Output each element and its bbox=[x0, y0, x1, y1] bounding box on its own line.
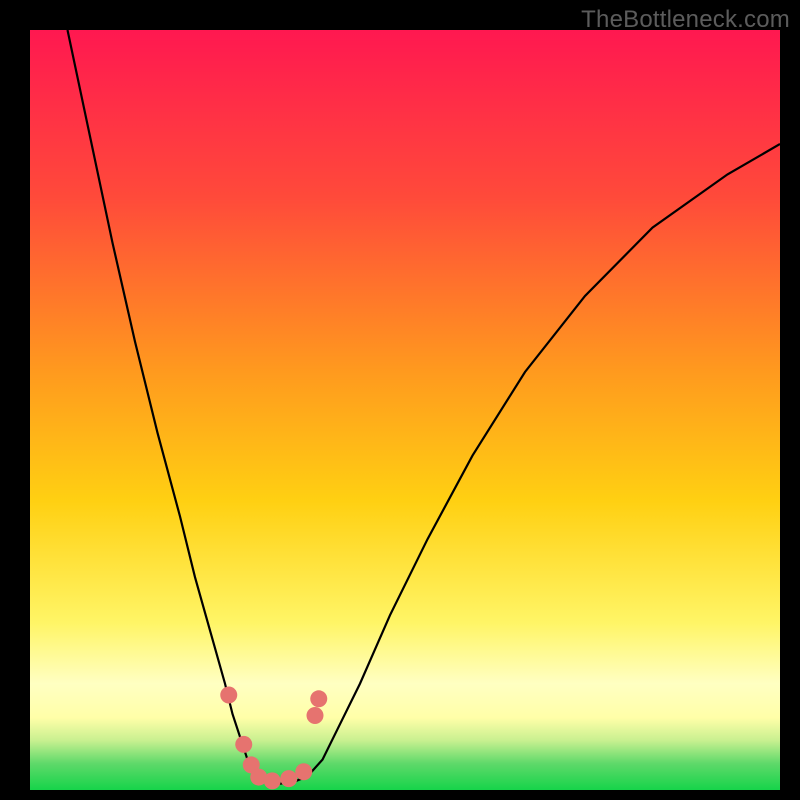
data-marker bbox=[310, 690, 327, 707]
data-marker bbox=[295, 763, 312, 780]
chart-svg bbox=[30, 30, 780, 790]
watermark-text: TheBottleneck.com bbox=[581, 6, 790, 34]
chart-container: TheBottleneck.com bbox=[0, 0, 800, 800]
data-marker bbox=[264, 772, 281, 789]
plot-area bbox=[30, 30, 780, 790]
data-marker bbox=[280, 770, 297, 787]
data-marker bbox=[235, 736, 252, 753]
gradient-background bbox=[30, 30, 780, 790]
data-marker bbox=[307, 707, 324, 724]
data-marker bbox=[220, 687, 237, 704]
